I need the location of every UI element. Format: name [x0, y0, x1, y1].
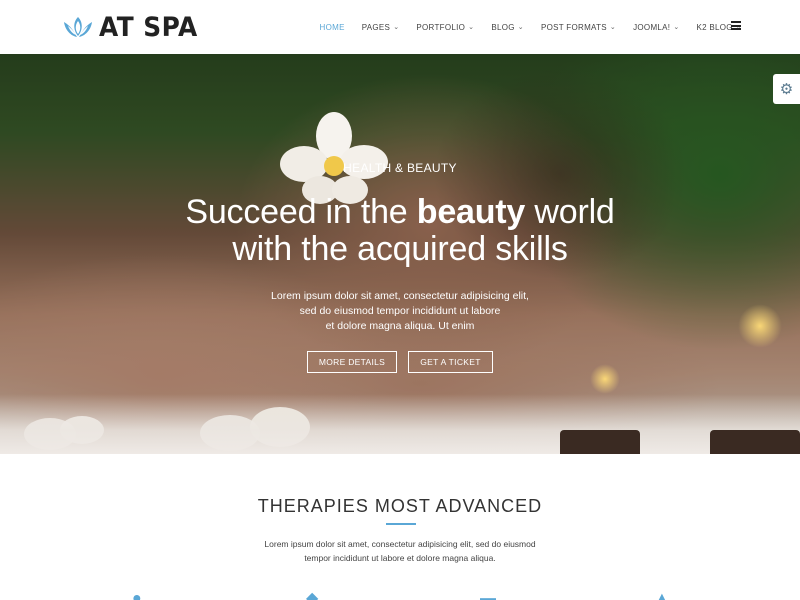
nav-item-portfolio[interactable]: PORTFOLIO ⌄ — [416, 23, 474, 32]
nav-item-home[interactable]: HOME — [320, 23, 345, 32]
nav-item-pages[interactable]: PAGES ⌄ — [362, 23, 400, 32]
hero-description: Lorem ipsum dolor sit amet, consectetur … — [0, 289, 800, 334]
get-a-ticket-button[interactable]: GET A TICKET — [408, 351, 493, 373]
hero-eyebrow: HEALTH & BEAUTY — [343, 161, 457, 175]
headline-bold-text: beauty — [416, 193, 526, 231]
logo-text: AT SPA — [99, 11, 198, 43]
section-divider — [386, 523, 416, 525]
nav-item-blog[interactable]: BLOG ⌄ — [491, 23, 524, 32]
chevron-down-icon: ⌄ — [393, 24, 400, 31]
nav-item-label: JOOMLA! — [633, 22, 671, 32]
hero-buttons: MORE DETAILS GET A TICKET — [0, 351, 800, 373]
section-desc-line: Lorem ipsum dolor sit amet, consectetur … — [264, 539, 536, 549]
nav-item-label: BLOG — [491, 22, 515, 32]
hamburger-icon[interactable] — [731, 21, 741, 30]
site-logo[interactable]: AT SPA — [62, 11, 206, 43]
chevron-down-icon: ⌄ — [609, 24, 617, 31]
nav-item-label: PORTFOLIO — [416, 22, 466, 32]
nav-item-label: HOME — [319, 22, 345, 32]
nav-item-label: K2 BLOG — [696, 22, 733, 32]
candle-cup — [710, 430, 800, 454]
hero-headline: Succeed in the beauty world with the acq… — [0, 194, 800, 268]
hero-desc-line: et dolore magna aliqua. Ut enim — [325, 320, 475, 332]
more-details-button[interactable]: MORE DETAILS — [307, 351, 397, 373]
hero-desc-line: Lorem ipsum dolor sit amet, consectetur … — [271, 290, 529, 302]
nav-item-label: PAGES — [361, 22, 391, 32]
therapy-feature-icon: ◆ — [306, 590, 319, 600]
section-desc-line: tempor incididunt ut labore et dolore ma… — [304, 553, 496, 563]
nav-item-post-formats[interactable]: POST FORMATS ⌄ — [541, 23, 616, 32]
chevron-down-icon: ⌄ — [468, 24, 475, 31]
section-description: Lorem ipsum dolor sit amet, consectetur … — [0, 537, 800, 565]
settings-tab[interactable]: ⚙ — [773, 74, 800, 104]
chevron-down-icon: ⌄ — [673, 24, 680, 31]
headline-text: Succeed in the — [185, 193, 417, 231]
nav-item-label: POST FORMATS — [540, 22, 607, 32]
chevron-down-icon: ⌄ — [517, 24, 524, 31]
candle-cup — [560, 430, 640, 454]
nav-item-joomla[interactable]: JOOMLA! ⌄ — [633, 23, 679, 32]
lotus-icon — [62, 14, 94, 40]
section-title: THERAPIES MOST ADVANCED — [257, 496, 543, 516]
site-header: AT SPA HOME PAGES ⌄ PORTFOLIO ⌄ BLOG ⌄ P… — [0, 0, 800, 54]
therapy-feature-icon: ● — [132, 590, 142, 600]
therapy-feature-icon: ▬ — [480, 590, 496, 600]
flower-decoration — [280, 112, 388, 204]
headline-text: with the acquired skills — [232, 230, 568, 268]
towel-area — [0, 394, 800, 454]
hero-desc-line: sed do eiusmod tempor incididunt ut labo… — [299, 305, 501, 317]
therapy-feature-icon: ▲ — [654, 590, 670, 600]
gear-icon: ⚙ — [779, 80, 794, 98]
headline-text: world — [525, 193, 615, 231]
main-nav: HOME PAGES ⌄ PORTFOLIO ⌄ BLOG ⌄ POST FOR… — [303, 0, 743, 54]
